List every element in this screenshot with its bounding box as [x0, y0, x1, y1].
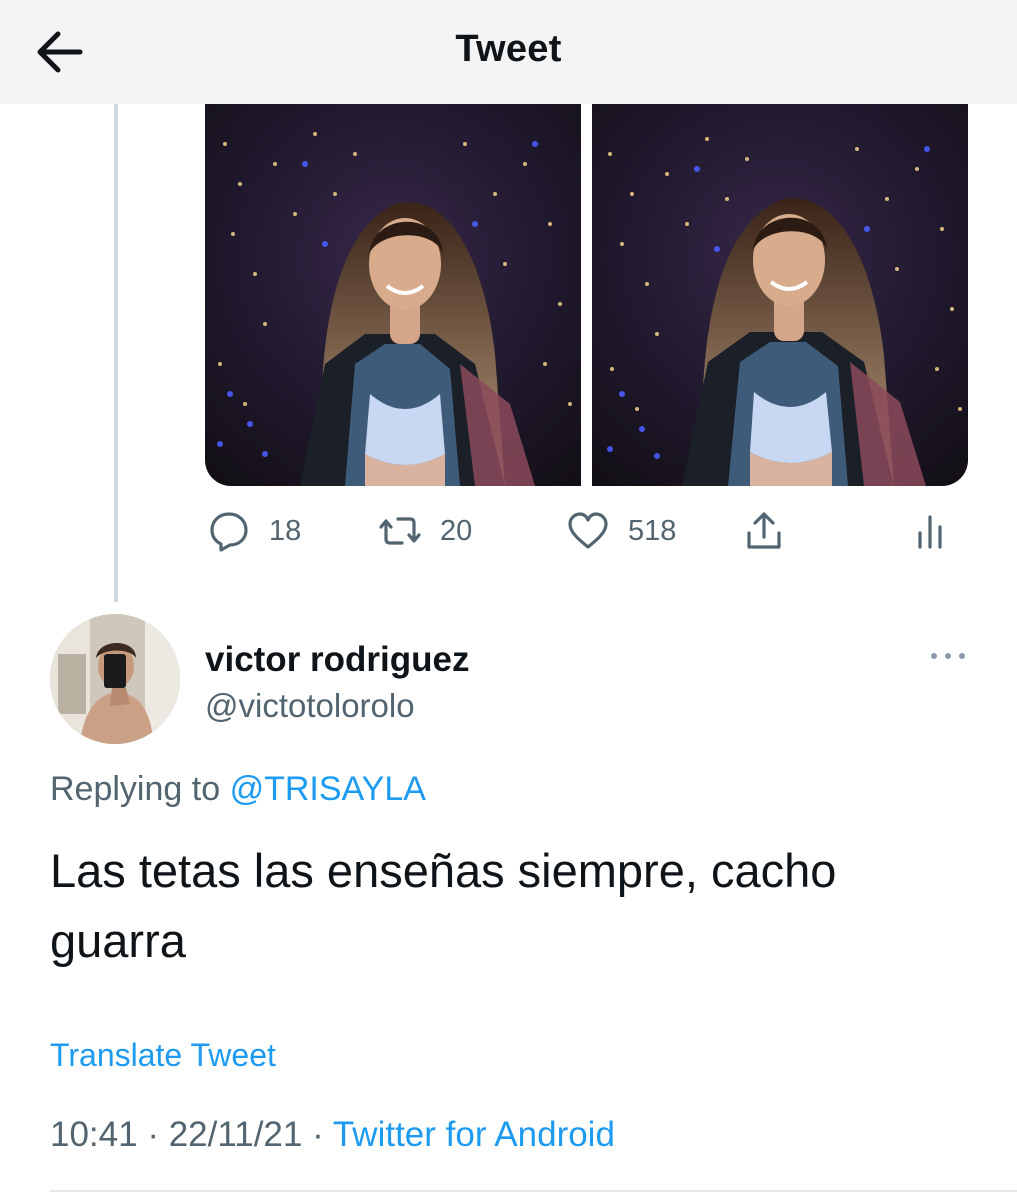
top-header: Tweet [0, 0, 1017, 104]
tweet-image-left[interactable] [205, 104, 581, 486]
like-count: 518 [628, 514, 677, 547]
author-handle[interactable]: @victotolorolo [205, 687, 415, 725]
avatar-photo [50, 614, 180, 744]
replying-label: Replying to [50, 770, 221, 808]
share-button[interactable] [742, 504, 786, 558]
share-icon [747, 512, 781, 549]
retweet-count: 20 [440, 514, 473, 547]
more-options-button[interactable] [928, 646, 968, 666]
tweet-metadata: 10:41 · 22/11/21 · Twitter for Android [50, 1115, 615, 1155]
meta-separator: · [147, 1115, 159, 1154]
tweet-detail-page: Tweet 18 20 518 victor rodriguez @victot… [0, 0, 1017, 1200]
more-dots-icon [931, 653, 965, 659]
divider [50, 1190, 1017, 1192]
meta-separator: · [312, 1115, 324, 1154]
analytics-icon [918, 515, 942, 549]
author-name[interactable]: victor rodriguez [205, 640, 469, 680]
tweet-text: Las tetas las enseñas siempre, cacho gua… [50, 844, 837, 967]
tweet-image-right[interactable] [592, 104, 968, 486]
avatar[interactable] [50, 614, 180, 744]
photo-right [592, 104, 968, 486]
reply-count: 18 [269, 514, 302, 547]
replying-to-mention-link[interactable]: @TRISAYLA [230, 770, 426, 808]
heart-icon [568, 512, 608, 549]
tweet-action-bar: 18 20 518 [0, 504, 1017, 558]
retweet-button[interactable]: 20 [378, 504, 472, 558]
tweet-source-link[interactable]: Twitter for Android [333, 1115, 615, 1154]
translate-tweet-link[interactable]: Translate Tweet [50, 1037, 276, 1074]
retweet-icon [379, 517, 421, 545]
like-button[interactable]: 518 [566, 504, 676, 558]
tweet-time: 10:41 [50, 1115, 138, 1154]
reply-button[interactable]: 18 [207, 504, 301, 558]
reply-bubble-icon [210, 512, 248, 552]
tweet-date: 22/11/21 [168, 1115, 303, 1154]
analytics-button[interactable] [910, 504, 954, 558]
photo-left [205, 104, 581, 486]
replying-to-line: Replying to @TRISAYLA [50, 770, 426, 809]
page-title: Tweet [455, 28, 562, 70]
